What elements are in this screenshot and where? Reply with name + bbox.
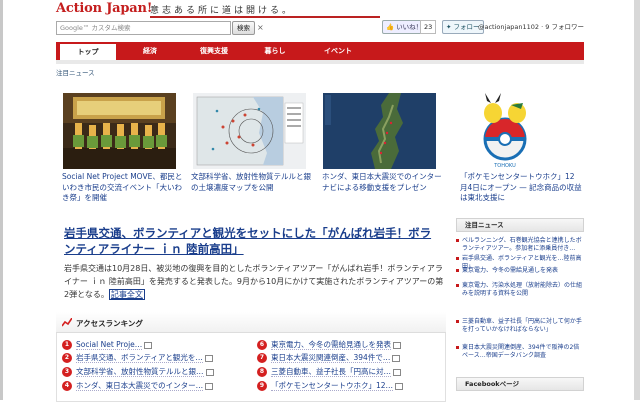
ranking-item-1[interactable]: 1 Social Net Proje… — [62, 339, 153, 351]
ranking-link[interactable]: ホンダ、東日本大震災でのインター… — [76, 381, 204, 391]
sidebar-news-link[interactable]: 東京電力、汚染水処理（放射能除去）の仕組みを説明する資料を公開 — [458, 282, 582, 298]
follow-label: フォロー — [453, 23, 480, 31]
rank-number: 9 — [257, 381, 267, 391]
svg-text:TOHOKU: TOHOKU — [493, 163, 516, 169]
page-icon — [393, 368, 401, 376]
rank-number: 2 — [62, 353, 72, 363]
page-icon — [392, 354, 401, 362]
story-image-satellite-map[interactable] — [323, 93, 436, 169]
rank-number: 6 — [257, 340, 267, 350]
page-icon — [393, 341, 401, 349]
site-logo[interactable]: Action Japan! — [56, 1, 152, 16]
sidebar-news-item[interactable]: 東京電力、今冬の需給見通しを発表 — [456, 267, 582, 275]
search-input[interactable]: Google™ カスタム検索 — [56, 21, 231, 35]
ranking-link[interactable]: 文部科学省、放射性物質テルルと銀… — [76, 367, 204, 377]
sidebar-news-link[interactable]: 三菱自動車、益子社長「円高に対して何か手を打っていかなければならない」 — [458, 318, 582, 334]
rank-number: 4 — [62, 381, 72, 391]
story-image-pokemon-logo[interactable]: TOHOKU — [465, 93, 545, 169]
sidebar-title: 注目ニュース — [456, 218, 584, 232]
ranking-link[interactable]: Social Net Proje… — [76, 340, 143, 350]
ranking-item-2[interactable]: 2 岩手県交通、ボランティアと観光を… — [62, 352, 213, 364]
ranking-link[interactable]: 「ポケモンセンタートウホク」12… — [271, 381, 394, 391]
rank-number: 1 — [62, 340, 72, 350]
clear-search-icon[interactable]: × — [257, 21, 264, 34]
page-icon — [205, 382, 214, 390]
like-count: 23 — [420, 20, 437, 34]
search-button[interactable]: 検索 — [232, 21, 255, 35]
nav-tab-economy[interactable]: 経済 — [124, 42, 176, 60]
ranking-item-9[interactable]: 9 「ポケモンセンタートウホク」12… — [257, 380, 404, 392]
twitter-bird-icon: ✦ — [446, 23, 452, 31]
story-caption-4[interactable]: 「ポケモンセンタートウホク」12月4日にオープン — 記念商品の収益は東北支援に — [460, 172, 582, 204]
ranking-item-3[interactable]: 3 文部科学省、放射性物質テルルと銀… — [62, 366, 214, 378]
ranking-item-4[interactable]: 4 ホンダ、東日本大震災でのインター… — [62, 380, 214, 392]
facebook-page-title: Facebookページ — [456, 377, 584, 391]
story-image-soil-map[interactable] — [193, 93, 306, 169]
ranking-item-6[interactable]: 6 東京電力、今冬の需給見通しを発表 — [257, 339, 401, 351]
ranking-title: アクセスランキング — [76, 319, 143, 328]
headline-body: 岩手県交通は10月28日、被災地の復興を目的としたボランティアツアー「がんばれ岩… — [64, 262, 444, 301]
nav-tab-living[interactable]: 暮らし — [250, 42, 300, 60]
like-label: いいね！ — [396, 23, 423, 31]
ranking-chart-icon — [62, 318, 72, 327]
sidebar-news-link[interactable]: 東日本大震災関連倒産、394件で阪神の2倍ペース…帝国データバンク調査 — [458, 344, 582, 360]
story-caption-2[interactable]: 文部科学省、放射性物質テルルと銀の土壌濃度マップを公開 — [191, 172, 313, 193]
nav-underline — [56, 60, 584, 64]
story-image-festival[interactable] — [63, 93, 176, 169]
story-caption-3[interactable]: ホンダ、東日本大震災でのインターナビによる移動支援をプレゼン — [322, 172, 444, 193]
page-icon — [144, 341, 153, 349]
rank-number: 8 — [257, 367, 267, 377]
ranking-link[interactable]: 東日本大震災関連倒産、394件で… — [271, 353, 391, 363]
read-more-link[interactable]: 記事全文 — [108, 289, 145, 300]
ranking-item-8[interactable]: 8 三菱自動車、益子社長「円高に対… — [257, 366, 401, 378]
nav-tab-events[interactable]: イベント — [310, 42, 366, 60]
thumbs-up-icon: 👍 — [386, 23, 395, 31]
ranking-link[interactable]: 岩手県交通、ボランティアと観光を… — [76, 353, 203, 363]
nav-tab-reconstruction[interactable]: 復興支援 — [184, 42, 244, 60]
page-icon — [395, 382, 404, 390]
follow-account-text[interactable]: @actionjapan1102 · 9 フォロワー — [478, 21, 584, 33]
breadcrumb[interactable]: 注目ニュース — [56, 67, 95, 77]
rank-number: 3 — [62, 367, 72, 377]
sidebar-news-link[interactable]: ベルランニング、石巻観光協会と連携したボランティアツアー。参加者に添乗員付き… — [458, 237, 582, 253]
sidebar-news-item[interactable]: ベルランニング、石巻観光協会と連携したボランティアツアー。参加者に添乗員付き… — [456, 237, 582, 253]
window-edge-left — [0, 0, 3, 400]
rank-number: 7 — [257, 353, 267, 363]
nav-tab-top[interactable]: トップ — [60, 42, 116, 60]
tagline-divider — [150, 16, 380, 18]
sidebar-news-item[interactable]: 三菱自動車、益子社長「円高に対して何か手を打っていかなければならない」 — [456, 318, 582, 334]
sidebar-news-link[interactable]: 東京電力、今冬の需給見通しを発表 — [458, 267, 582, 275]
sidebar-news-item[interactable]: 東日本大震災関連倒産、394件で阪神の2倍ペース…帝国データバンク調査 — [456, 344, 582, 360]
story-caption-1[interactable]: Social Net Project MOVE、都民といわき市民の交流イベント「… — [62, 172, 184, 204]
sidebar-news-item[interactable]: 東京電力、汚染水処理（放射能除去）の仕組みを説明する資料を公開 — [456, 282, 582, 298]
window-scrollbar[interactable] — [634, 0, 640, 400]
ranking-link[interactable]: 東京電力、今冬の需給見通しを発表 — [271, 340, 391, 350]
page-icon — [205, 368, 214, 376]
ranking-item-7[interactable]: 7 東日本大震災関連倒産、394件で… — [257, 352, 401, 364]
ranking-link[interactable]: 三菱自動車、益子社長「円高に対… — [271, 367, 391, 377]
page-icon — [204, 354, 213, 362]
headline-title[interactable]: 岩手県交通、ボランティアと観光をセットにした「がんばれ岩手！ボランティアライナー… — [64, 225, 442, 257]
site-tagline: 意志ある所に道は開ける。 — [150, 6, 295, 16]
